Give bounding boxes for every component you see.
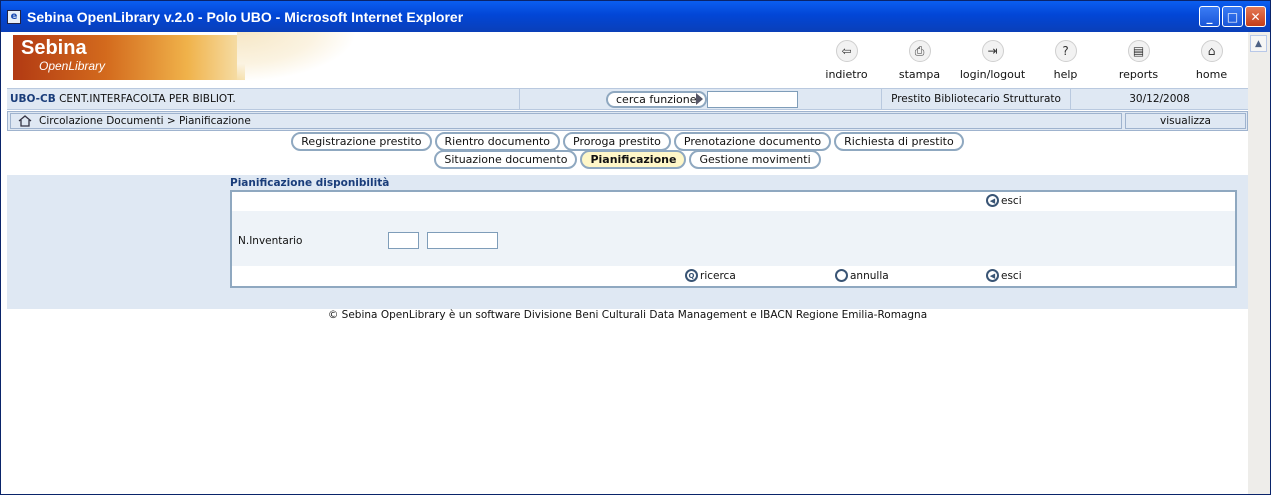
tab-proroga-prestito[interactable]: Proroga prestito (563, 132, 671, 151)
current-date: 30/12/2008 (1129, 93, 1190, 105)
library-cell: UBO-CB CENT.INTERFACOLTA PER BIBLIOT. (7, 89, 520, 109)
tab-prenotazione-documento[interactable]: Prenotazione documento (673, 132, 832, 151)
nav-label[interactable]: indietro (810, 68, 883, 81)
annulla-label[interactable]: annulla (850, 270, 889, 282)
nav-reports[interactable]: ▤ reports (1102, 40, 1175, 81)
scroll-up-icon[interactable]: ▲ (1250, 35, 1267, 52)
form-row-inventory: N.Inventario (232, 211, 1235, 266)
pianificazione-panel: Pianificazione disponibilità ◀ esci N.In… (7, 175, 1248, 309)
window-controls: _ □ ✕ (1199, 6, 1266, 27)
form-row-actions: Q ricerca annulla ◀ esci (232, 266, 1235, 286)
info-bar: UBO-CB CENT.INTERFACOLTA PER BIBLIOT. ce… (7, 88, 1248, 110)
ricerca-label[interactable]: ricerca (700, 270, 736, 282)
nav-label[interactable]: login/logout (956, 68, 1029, 81)
panel-title: Pianificazione disponibilità (230, 177, 390, 189)
maximize-button[interactable]: □ (1222, 6, 1243, 27)
tab-richiesta-di-prestito[interactable]: Richiesta di prestito (834, 132, 964, 151)
window-title: Sebina OpenLibrary v.2.0 - Polo UBO - Mi… (27, 8, 464, 25)
home-icon[interactable]: ⌂ (1200, 40, 1223, 62)
title-bar: e Sebina OpenLibrary v.2.0 - Polo UBO - … (1, 1, 1270, 32)
reports-icon[interactable]: ▤ (1127, 40, 1150, 62)
minimize-button[interactable]: _ (1199, 6, 1220, 27)
breadcrumb-text: Circolazione Documenti > Pianificazione (39, 115, 251, 127)
exit-bottom-button[interactable]: ◀ esci (986, 269, 1022, 282)
arrow-left-circle-icon[interactable]: ◀ (986, 269, 999, 282)
exit-label[interactable]: esci (1001, 270, 1022, 282)
vertical-scrollbar[interactable]: ▲ (1246, 32, 1270, 494)
search-circle-icon[interactable]: Q (685, 269, 698, 282)
function-tabs-row1: Registrazione prestito Rientro documento… (7, 132, 1248, 151)
nav-label[interactable]: reports (1102, 68, 1175, 81)
nav-label[interactable]: stampa (883, 68, 956, 81)
nav-label[interactable]: help (1029, 68, 1102, 81)
ricerca-button[interactable]: Q ricerca (685, 269, 736, 282)
logo-subtitle: OpenLibrary (39, 59, 106, 73)
library-code: UBO-CB (10, 93, 56, 105)
inventory-prefix-input[interactable] (388, 232, 419, 249)
browser-window: e Sebina OpenLibrary v.2.0 - Polo UBO - … (0, 0, 1271, 495)
help-icon[interactable]: ? (1054, 40, 1077, 62)
copyright-footer: © Sebina OpenLibrary è un software Divis… (327, 309, 928, 321)
tab-rientro-documento[interactable]: Rientro documento (434, 132, 561, 151)
tab-gestione-movimenti[interactable]: Gestione movimenti (689, 150, 821, 169)
back-icon[interactable]: ⇦ (835, 40, 858, 62)
visualizza-button[interactable]: visualizza (1125, 113, 1246, 129)
home-small-icon[interactable] (18, 115, 32, 127)
page-content: Sebina OpenLibrary ⇦ indietro ⎙ stampa ⇥… (7, 32, 1248, 494)
cerca-funzione-button[interactable]: cerca funzione (606, 91, 707, 108)
sebina-logo: Sebina OpenLibrary (13, 35, 245, 80)
breadcrumb-bar: Circolazione Documenti > Pianificazione … (7, 111, 1248, 131)
exit-top-button[interactable]: ◀ esci (986, 194, 1022, 207)
nav-stampa[interactable]: ⎙ stampa (883, 40, 956, 81)
annulla-button[interactable]: annulla (835, 269, 889, 282)
tab-registrazione-prestito[interactable]: Registrazione prestito (291, 132, 432, 151)
nav-home[interactable]: ⌂ home (1175, 40, 1248, 81)
panel-form: ◀ esci N.Inventario Q ricerca annulla ◀ … (230, 190, 1237, 288)
printer-icon[interactable]: ⎙ (908, 40, 931, 62)
tab-situazione-documento[interactable]: Situazione documento (434, 150, 578, 169)
tab-pianificazione[interactable]: Pianificazione (580, 150, 687, 169)
nav-login-logout[interactable]: ⇥ login/logout (956, 40, 1029, 81)
user-role: Prestito Bibliotecario Strutturato (882, 89, 1071, 109)
cancel-circle-icon[interactable] (835, 269, 848, 282)
inventory-label: N.Inventario (238, 235, 303, 247)
header-banner: Sebina OpenLibrary ⇦ indietro ⎙ stampa ⇥… (7, 32, 1248, 88)
arrow-right-icon (696, 93, 703, 105)
logo-title: Sebina (21, 37, 87, 59)
top-navigation: ⇦ indietro ⎙ stampa ⇥ login/logout ? hel… (810, 40, 1248, 81)
library-name: CENT.INTERFACOLTA PER BIBLIOT. (59, 93, 236, 105)
nav-indietro[interactable]: ⇦ indietro (810, 40, 883, 81)
search-function-input[interactable] (707, 91, 798, 108)
arrow-left-circle-icon[interactable]: ◀ (986, 194, 999, 207)
close-button[interactable]: ✕ (1245, 6, 1266, 27)
form-row-top: ◀ esci (232, 192, 1235, 211)
nav-label[interactable]: home (1175, 68, 1248, 81)
nav-help[interactable]: ? help (1029, 40, 1102, 81)
breadcrumb: Circolazione Documenti > Pianificazione (10, 113, 1122, 129)
inventory-number-input[interactable] (427, 232, 498, 249)
login-icon[interactable]: ⇥ (981, 40, 1004, 62)
exit-label[interactable]: esci (1001, 195, 1022, 207)
banner-decoration (237, 32, 357, 82)
function-tabs-row2: Situazione documento Pianificazione Gest… (7, 150, 1248, 169)
ie-icon: e (7, 9, 21, 24)
